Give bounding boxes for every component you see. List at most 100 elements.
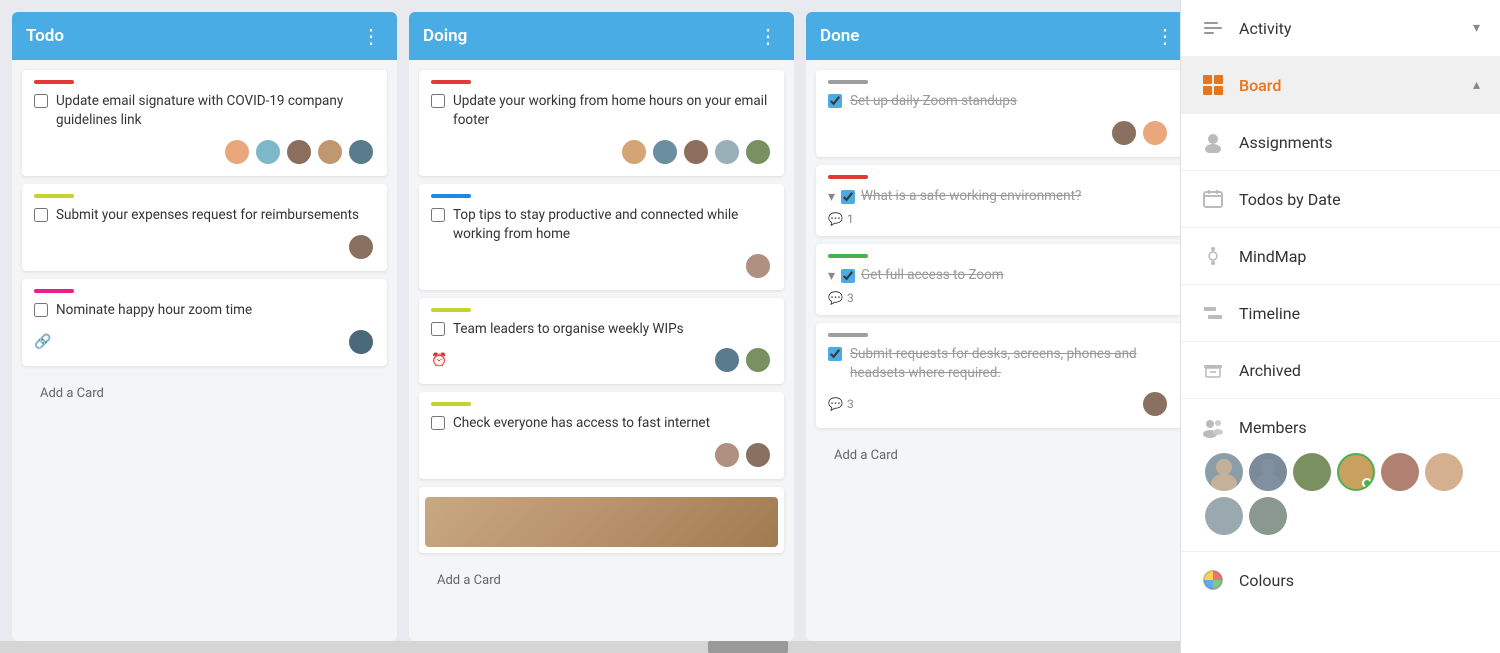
column-header-todo: Todo ⋮ [12,12,397,60]
sidebar-item-left: Timeline [1201,301,1300,325]
card-doing-4[interactable]: Check everyone has access to fast intern… [419,392,784,479]
card-footer [828,119,1169,147]
card-doing-2[interactable]: Top tips to stay productive and connecte… [419,184,784,290]
member-avatar[interactable] [1293,453,1331,491]
card-text-todo-3: Nominate happy hour zoom time [56,301,252,320]
sidebar-item-left: Todos by Date [1201,187,1341,211]
sidebar-item-timeline[interactable]: Timeline [1181,285,1500,342]
avatar [223,138,251,166]
column-todo: Todo ⋮ Update email signature with COVID… [12,12,397,641]
card-color-bar [34,194,74,198]
card-avatars [1141,390,1169,418]
add-card-doing[interactable]: Add a Card [425,565,778,596]
add-card-done[interactable]: Add a Card [822,440,1175,471]
sidebar-item-mindmap[interactable]: MindMap [1181,228,1500,285]
card-checkbox-done-1[interactable] [828,94,842,108]
scroll-thumb[interactable] [708,641,788,653]
board-icon [1201,73,1225,97]
card-text-done-1: Set up daily Zoom standups [850,92,1017,111]
sidebar-item-colours[interactable]: Colours [1181,552,1500,608]
card-checkbox-done-3[interactable] [841,269,855,283]
sidebar-label-timeline: Timeline [1239,304,1300,323]
card-todo-3[interactable]: Nominate happy hour zoom time 🔗 [22,279,387,366]
card-checkbox-todo-3[interactable] [34,303,48,317]
avatar [620,138,648,166]
card-text-todo-1: Update email signature with COVID-19 com… [56,92,375,130]
sidebar-members-header: Members [1201,415,1480,439]
comment-count: 3 [847,291,854,305]
card-checkbox-todo-1[interactable] [34,94,48,108]
card-checkbox-doing-3[interactable] [431,322,445,336]
add-card-todo[interactable]: Add a Card [28,378,381,409]
card-content: Set up daily Zoom standups [828,92,1169,111]
sidebar-item-assignments[interactable]: Assignments [1181,114,1500,171]
card-checkbox-doing-4[interactable] [431,416,445,430]
column-menu-todo[interactable]: ⋮ [361,24,383,48]
column-menu-done[interactable]: ⋮ [1155,24,1177,48]
member-avatar[interactable] [1381,453,1419,491]
member-avatar[interactable] [1249,453,1287,491]
card-image [425,497,778,547]
sidebar-item-board[interactable]: Board ▴ [1181,57,1500,114]
sidebar: Activity ▾ Board ▴ [1180,0,1500,653]
member-avatar[interactable] [1205,497,1243,535]
sidebar-item-archived[interactable]: Archived [1181,342,1500,399]
card-color-bar [34,80,74,84]
avatar [1141,390,1169,418]
chevron-up-icon: ▴ [1473,77,1480,93]
card-text-doing-1: Update your working from home hours on y… [453,92,772,130]
card-done-1[interactable]: Set up daily Zoom standups [816,70,1180,157]
expand-btn[interactable]: ▾ [828,267,835,284]
card-done-3[interactable]: ▾ Get full access to Zoom 💬 3 [816,244,1180,315]
card-meta: 💬 3 [828,291,1169,305]
card-done-header: ▾ What is a safe working environment? [828,187,1169,206]
members-icon [1201,415,1225,439]
member-avatar[interactable] [1205,453,1243,491]
card-footer [34,233,375,261]
column-header-done: Done ⋮ [806,12,1180,60]
sidebar-label-activity: Activity [1239,19,1291,38]
horizontal-scrollbar[interactable] [0,641,1180,653]
chevron-down-icon: ▾ [1473,20,1480,36]
card-checkbox-done-2[interactable] [841,190,855,204]
comment-count: 3 [847,397,854,411]
sidebar-item-left: Board [1201,73,1281,97]
expand-btn[interactable]: ▾ [828,188,835,205]
sidebar-members-section: Members [1181,399,1500,552]
card-checkbox-doing-2[interactable] [431,208,445,222]
card-done-2[interactable]: ▾ What is a safe working environment? 💬 … [816,165,1180,236]
column-done: Done ⋮ Set up daily Zoom standups [806,12,1180,641]
card-avatars [713,441,772,469]
column-menu-doing[interactable]: ⋮ [758,24,780,48]
card-checkbox-doing-1[interactable] [431,94,445,108]
card-doing-1[interactable]: Update your working from home hours on y… [419,70,784,176]
card-color-bar [431,402,471,406]
avatar [285,138,313,166]
avatar [744,252,772,280]
member-avatar[interactable] [1337,453,1375,491]
card-text-todo-2: Submit your expenses request for reimbur… [56,206,359,225]
column-body-doing: Update your working from home hours on y… [409,60,794,641]
sidebar-item-left: MindMap [1201,244,1306,268]
sidebar-item-left: Assignments [1201,130,1333,154]
card-content: Check everyone has access to fast intern… [431,414,772,433]
card-todo-1[interactable]: Update email signature with COVID-19 com… [22,70,387,176]
timeline-icon [1201,301,1225,325]
card-color-bar [828,80,868,84]
card-done-4[interactable]: Submit requests for desks, screens, phon… [816,323,1180,429]
card-todo-2[interactable]: Submit your expenses request for reimbur… [22,184,387,271]
member-avatar[interactable] [1249,497,1287,535]
card-content: Nominate happy hour zoom time [34,301,375,320]
sidebar-item-left: Archived [1201,358,1301,382]
calendar-icon [1201,187,1225,211]
card-checkbox-done-4[interactable] [828,347,842,361]
card-color-bar [828,175,868,179]
card-checkbox-todo-2[interactable] [34,208,48,222]
member-avatar[interactable] [1425,453,1463,491]
card-doing-3[interactable]: Team leaders to organise weekly WIPs ⏰ [419,298,784,385]
sidebar-item-activity[interactable]: Activity ▾ [1181,0,1500,57]
card-color-bar [828,254,868,258]
sidebar-item-todos-by-date[interactable]: Todos by Date [1181,171,1500,228]
card-doing-image[interactable] [419,487,784,553]
column-body-todo: Update email signature with COVID-19 com… [12,60,397,641]
